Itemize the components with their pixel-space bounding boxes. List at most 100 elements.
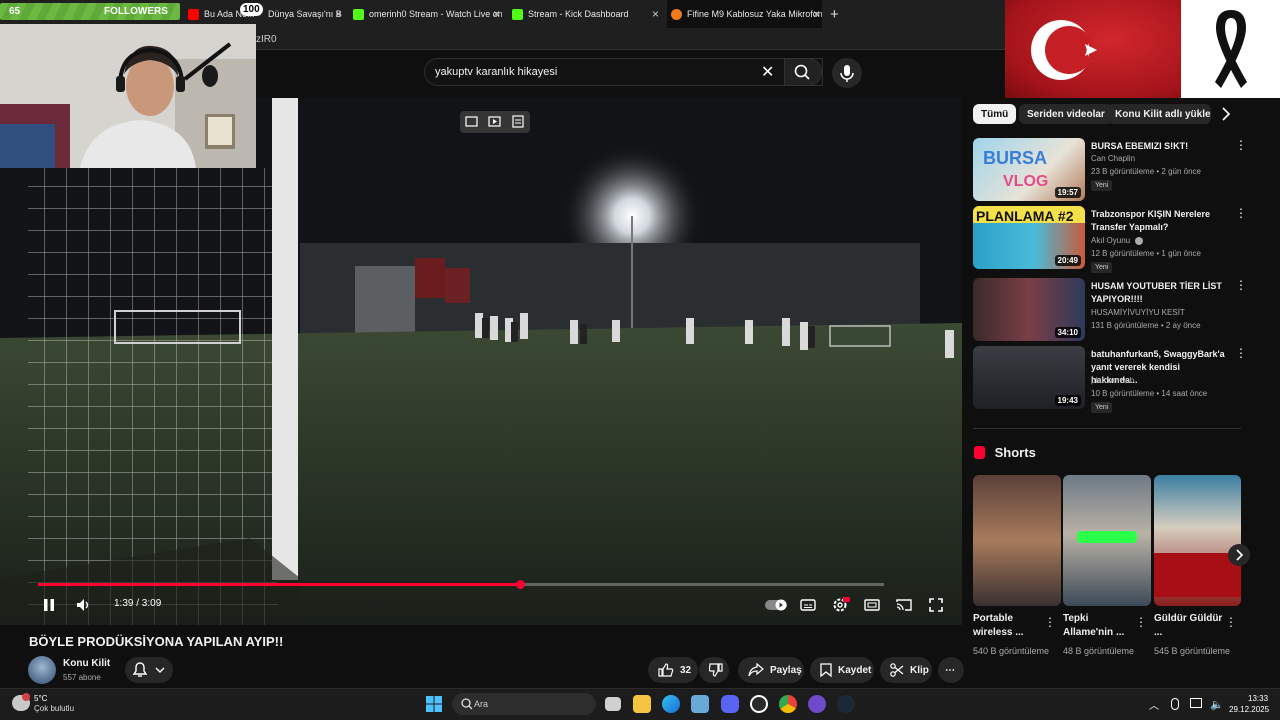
more-vert-icon[interactable]: ⋮ — [1225, 615, 1237, 629]
progress-played — [38, 583, 521, 586]
file-explorer-icon[interactable] — [633, 695, 651, 713]
bell-icon — [132, 662, 165, 677]
tab-trendyol[interactable]: Fifine M9 Kablosuz Yaka Mikrofon × — [667, 0, 822, 28]
recommended-video-2[interactable]: PLANLAMA #2 20:49 Trabzonspor KIŞIN Nere… — [973, 206, 1247, 273]
bookmark-icon — [820, 663, 832, 677]
windows-start-icon[interactable] — [426, 696, 442, 717]
video-thumbnail[interactable]: PLANLAMA #2 20:49 — [973, 206, 1085, 269]
search-icon — [461, 698, 473, 710]
more-vert-icon[interactable]: ⋮ — [1135, 615, 1147, 629]
microphone-icon — [840, 65, 854, 82]
clear-search-icon[interactable]: ✕ — [761, 62, 774, 82]
clock-time[interactable]: 13:33 — [1248, 694, 1268, 703]
task-view-icon[interactable] — [605, 697, 621, 711]
more-vert-icon[interactable]: ⋮ — [1235, 206, 1247, 220]
short-thumbnail-1[interactable] — [973, 475, 1061, 606]
weather-description[interactable]: Çok bulutlu — [34, 704, 74, 713]
svg-text:PLANLAMA #2: PLANLAMA #2 — [976, 208, 1074, 224]
network-app-icon[interactable] — [691, 695, 709, 713]
kick-icon — [512, 8, 523, 20]
video-thumbnail[interactable]: BURSA VLOG 19:57 — [973, 138, 1085, 201]
followers-goal-badge: 100 — [240, 3, 263, 16]
display-tray-icon[interactable] — [1190, 698, 1202, 708]
like-button[interactable]: 32 — [648, 657, 698, 683]
more-vert-icon[interactable]: ⋮ — [1235, 278, 1247, 292]
chip-series-videos[interactable]: Seriden videolar — [1019, 104, 1113, 124]
chip-uploader[interactable]: Konu Kilit adlı yükleyici — [1107, 104, 1211, 124]
voice-search-button[interactable] — [832, 58, 862, 88]
tab-label: Fifine M9 Kablosuz Yaka Mikrofon — [687, 9, 822, 19]
short-title[interactable]: Tepki Allame'nin ... — [1063, 612, 1135, 640]
chevron-up-icon[interactable]: ︿ — [1149, 697, 1159, 712]
fullscreen-button[interactable] — [929, 598, 943, 615]
search-button[interactable] — [784, 58, 822, 86]
shorts-next-button[interactable] — [1228, 544, 1250, 566]
miniplayer-icon[interactable] — [460, 111, 530, 133]
search-input[interactable]: yakuptv karanlık hikayesi ✕ — [424, 58, 823, 86]
tab-youtube-2[interactable]: Dünya Savaşı'nı B × — [262, 0, 344, 28]
close-icon[interactable]: × — [335, 7, 342, 21]
chip-all[interactable]: Tümü — [973, 104, 1017, 124]
steam-icon[interactable] — [837, 695, 855, 713]
recommended-video-1[interactable]: BURSA VLOG 19:57 BURSA EBEMIZI S!KT! Can … — [973, 138, 1247, 202]
tab-kick-dashboard[interactable]: Stream - Kick Dashboard × — [509, 0, 661, 28]
volume-button[interactable] — [76, 598, 92, 615]
mourning-ribbon-image — [1181, 0, 1280, 98]
video-duration: 20:49 — [1054, 255, 1081, 266]
recommended-video-4[interactable]: 19:43 batuhanfurkan5, SwaggyBark'a yanıt… — [973, 346, 1247, 413]
shorts-icon — [974, 446, 985, 459]
video-thumbnail[interactable]: 19:43 — [973, 346, 1085, 409]
subscriber-count: 557 abone — [63, 673, 101, 682]
cast-button[interactable] — [896, 599, 912, 614]
notification-bell-button[interactable] — [125, 657, 173, 683]
tab-kick-stream[interactable]: omerinh0 Stream - Watch Live on × — [350, 0, 502, 28]
trendyol-icon — [671, 8, 682, 20]
video-channel: Akıl Oyunu — [1091, 236, 1144, 245]
pause-button[interactable] — [42, 598, 56, 615]
chevron-down-icon — [155, 667, 165, 673]
edge-icon[interactable] — [662, 695, 680, 713]
chevron-right-icon[interactable] — [1220, 106, 1232, 127]
settings-button[interactable] — [832, 597, 850, 616]
chrome-icon[interactable] — [779, 695, 797, 713]
more-actions-button[interactable]: ⋯ — [938, 657, 964, 683]
video-title: Trabzonspor KIŞIN Nerelere Transfer Yapm… — [1091, 209, 1211, 232]
autoplay-toggle[interactable] — [765, 599, 787, 614]
share-button[interactable]: Paylaş — [738, 657, 804, 683]
more-vert-icon[interactable]: ⋮ — [1235, 346, 1247, 360]
steelseries-icon[interactable] — [750, 695, 768, 713]
video-player[interactable]: 1:39 / 3:09 — [0, 98, 962, 625]
close-icon[interactable]: × — [652, 7, 659, 21]
clock-date[interactable]: 29.12.2025 — [1229, 705, 1269, 714]
short-title[interactable]: Portable wireless ... — [973, 612, 1045, 640]
scissors-icon — [890, 663, 904, 677]
streamer-webcam-image — [0, 24, 256, 168]
channel-avatar[interactable] — [28, 656, 56, 684]
recommended-video-3[interactable]: 34:10 HUSAM YOUTUBER TİER LİST YAPIYOR!!… — [973, 278, 1247, 342]
short-thumbnail-2[interactable] — [1063, 475, 1151, 606]
short-thumbnail-3[interactable] — [1154, 475, 1241, 606]
short-title[interactable]: Güldür Güldür ... — [1154, 612, 1226, 640]
like-count: 32 — [680, 664, 692, 676]
save-button[interactable]: Kaydet — [810, 657, 874, 683]
obs-icon[interactable] — [808, 695, 826, 713]
clip-button[interactable]: Klip — [880, 657, 932, 683]
new-tab-button[interactable]: + — [830, 0, 846, 28]
theater-mode-button[interactable] — [864, 599, 880, 614]
crescent-star-icon — [1031, 20, 1097, 80]
dislike-button[interactable] — [699, 657, 729, 683]
more-vert-icon[interactable]: ⋮ — [1044, 615, 1056, 629]
cast-icon — [896, 599, 912, 611]
more-vert-icon[interactable]: ⋮ — [1235, 138, 1247, 152]
video-thumbnail[interactable]: 34:10 — [973, 278, 1085, 341]
weather-temperature[interactable]: 5°C — [34, 694, 47, 703]
new-badge: Yeni — [1091, 180, 1113, 191]
chevron-right-icon — [1236, 549, 1244, 561]
discord-icon[interactable] — [721, 695, 739, 713]
close-icon[interactable]: × — [813, 7, 820, 21]
close-icon[interactable]: × — [493, 7, 500, 21]
channel-name[interactable]: Konu Kilit — [63, 658, 110, 669]
microphone-tray-icon[interactable] — [1171, 698, 1179, 710]
subtitles-button[interactable] — [800, 599, 816, 614]
volume-tray-icon[interactable]: 🔈 — [1210, 698, 1224, 711]
